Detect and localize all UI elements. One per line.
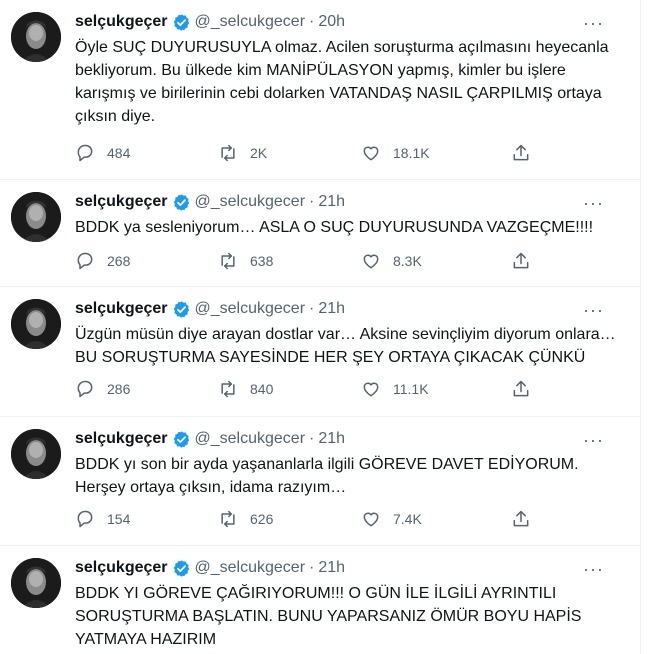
tweet-actions: 286 840 11.1K (75, 379, 545, 403)
retweet-count: 2K (250, 145, 268, 161)
more-options-icon[interactable]: ··· (583, 193, 604, 214)
verified-badge-icon (173, 559, 189, 577)
tweet-actions: 154 626 7.4K (75, 509, 545, 533)
tweet-text: BDDK ya sesleniyorum… ASLA O SUÇ DUYURUS… (75, 219, 594, 236)
separator: · (309, 300, 315, 317)
share-icon (513, 380, 529, 397)
verified-badge-icon (173, 430, 189, 448)
share-icon (513, 144, 529, 161)
tweet-header: selçukgeçer @_selcukgecer · 21h ··· (75, 428, 620, 450)
avatar[interactable] (11, 558, 61, 608)
like-count: 11.1K (393, 381, 429, 397)
retweet-button[interactable]: 626 (218, 509, 273, 529)
username[interactable]: @_selcukgecer (195, 13, 306, 31)
separator: · (309, 193, 315, 210)
like-count: 18.1K (393, 145, 430, 161)
reply-button[interactable]: 268 (75, 251, 130, 271)
more-options-icon[interactable]: ··· (583, 559, 604, 580)
share-button[interactable] (511, 251, 543, 271)
tweet-header: selçukgeçer @_selcukgecer · 21h ··· (75, 298, 620, 320)
heart-icon (363, 382, 379, 397)
retweet-count: 840 (250, 381, 274, 397)
separator: · (309, 559, 315, 576)
reply-icon (77, 510, 93, 528)
like-button[interactable]: 11.1K (361, 379, 429, 399)
retweet-icon (221, 144, 235, 162)
display-name[interactable]: selçukgeçer (75, 300, 168, 318)
display-name[interactable]: selçukgeçer (75, 559, 168, 577)
tweet[interactable]: selçukgeçer @_selcukgecer · 21h ··· BDDK… (0, 546, 640, 654)
share-icon (513, 510, 529, 527)
reply-count: 286 (107, 381, 131, 397)
tweet[interactable]: selçukgeçer @_selcukgecer · 21h ··· BDDK… (0, 417, 640, 546)
avatar[interactable] (11, 12, 61, 62)
reply-count: 484 (107, 145, 131, 161)
heart-icon (363, 146, 379, 161)
tweet-header: selçukgeçer @_selcukgecer · 21h ··· (75, 191, 620, 213)
timestamp[interactable]: 21h (318, 193, 345, 211)
retweet-button[interactable]: 840 (218, 379, 273, 399)
retweet-icon (221, 510, 235, 528)
display-name[interactable]: selçukgeçer (75, 193, 168, 211)
more-options-icon[interactable]: ··· (583, 430, 604, 451)
reply-button[interactable]: 154 (75, 509, 130, 529)
retweet-button[interactable]: 2K (218, 143, 267, 163)
avatar[interactable] (11, 299, 61, 349)
display-name[interactable]: selçukgeçer (75, 13, 168, 31)
reply-count: 154 (107, 511, 131, 527)
share-button[interactable] (511, 379, 543, 399)
tweet-actions: 484 2K 18.1K (75, 143, 545, 167)
display-name[interactable]: selçukgeçer (75, 430, 168, 448)
retweet-button[interactable]: 638 (218, 251, 273, 271)
share-button[interactable] (511, 509, 543, 529)
reply-icon (77, 252, 93, 270)
timestamp[interactable]: 20h (318, 13, 345, 31)
separator: · (309, 430, 315, 447)
tweet-text: BDDK YI GÖREVE ÇAĞIRIYORUM!!! O GÜN İLE … (75, 585, 582, 648)
username[interactable]: @_selcukgecer (195, 300, 306, 318)
tweet[interactable]: selçukgeçer @_selcukgecer · 20h ··· Öyle… (0, 0, 640, 180)
tweet[interactable]: selçukgeçer @_selcukgecer · 21h ··· BDDK… (0, 180, 640, 287)
tweet-actions: 268 638 8.3K (75, 251, 545, 275)
heart-icon (363, 254, 379, 269)
share-button[interactable] (511, 143, 543, 163)
tweet-header: selçukgeçer @_selcukgecer · 20h ··· (75, 11, 620, 33)
share-icon (513, 252, 529, 269)
reply-button[interactable]: 286 (75, 379, 130, 399)
verified-badge-icon (173, 193, 189, 211)
username[interactable]: @_selcukgecer (195, 430, 306, 448)
reply-icon (77, 144, 93, 162)
avatar[interactable] (11, 429, 61, 479)
tweet-header: selçukgeçer @_selcukgecer · 21h ··· (75, 557, 620, 579)
reply-icon (77, 380, 93, 398)
like-button[interactable]: 18.1K (361, 143, 430, 163)
timestamp[interactable]: 21h (318, 300, 345, 318)
verified-badge-icon (173, 13, 189, 31)
heart-icon (363, 512, 379, 527)
more-options-icon[interactable]: ··· (583, 300, 604, 321)
avatar[interactable] (11, 192, 61, 242)
tweet[interactable]: selçukgeçer @_selcukgecer · 21h ··· Üzgü… (0, 287, 640, 417)
username[interactable]: @_selcukgecer (195, 193, 306, 211)
tweet-text: BDDK yı son bir ayda yaşananlarla ilgili… (75, 456, 579, 496)
verified-badge-icon (173, 300, 189, 318)
timeline: selçukgeçer @_selcukgecer · 20h ··· Öyle… (0, 0, 641, 654)
like-button[interactable]: 7.4K (361, 509, 422, 529)
retweet-icon (221, 252, 235, 270)
separator: · (309, 13, 315, 30)
retweet-count: 626 (250, 511, 274, 527)
timestamp[interactable]: 21h (318, 559, 345, 577)
like-count: 7.4K (393, 511, 422, 527)
tweet-text: Öyle SUÇ DUYURUSUYLA olmaz. Acilen soruş… (75, 39, 609, 125)
retweet-count: 638 (250, 253, 274, 269)
retweet-icon (221, 380, 235, 398)
like-count: 8.3K (393, 253, 422, 269)
tweet-text: Üzgün müsün diye arayan dostlar var… Aks… (75, 326, 616, 366)
more-options-icon[interactable]: ··· (583, 13, 604, 34)
like-button[interactable]: 8.3K (361, 251, 422, 271)
reply-button[interactable]: 484 (75, 143, 130, 163)
reply-count: 268 (107, 253, 131, 269)
username[interactable]: @_selcukgecer (195, 559, 306, 577)
timestamp[interactable]: 21h (318, 430, 345, 448)
